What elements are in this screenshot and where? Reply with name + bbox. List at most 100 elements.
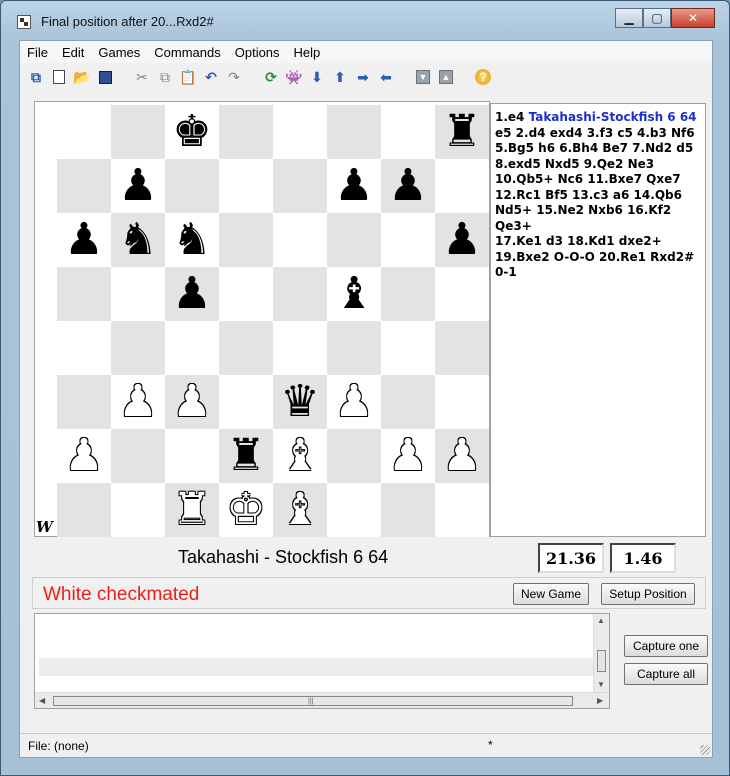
scroll-left-arrow-icon[interactable]: ◀ xyxy=(39,696,45,705)
square-e5[interactable] xyxy=(273,267,327,321)
black-knight-icon[interactable]: ♞ xyxy=(118,218,157,262)
horizontal-scrollbar[interactable]: ◀ ||| ▶ xyxy=(35,692,609,708)
menu-file[interactable]: File xyxy=(20,45,55,60)
help-icon[interactable]: ? xyxy=(473,67,493,87)
black-rook-icon[interactable]: ♜ xyxy=(226,434,265,478)
white-pawn-icon[interactable]: ♟ xyxy=(64,434,103,478)
square-a6[interactable]: ♟ xyxy=(57,213,111,267)
capture-one-button[interactable]: Capture one xyxy=(624,635,708,657)
square-d7[interactable] xyxy=(219,159,273,213)
minimize-button[interactable]: ▁ xyxy=(615,8,643,28)
black-bishop-icon[interactable]: ♝ xyxy=(334,272,373,316)
square-g8[interactable] xyxy=(381,105,435,159)
black-queen-icon[interactable]: ♛ xyxy=(280,380,319,424)
square-e6[interactable] xyxy=(273,213,327,267)
black-king-icon[interactable]: ♚ xyxy=(172,110,211,154)
square-d6[interactable] xyxy=(219,213,273,267)
square-a8[interactable] xyxy=(57,105,111,159)
square-h4[interactable] xyxy=(435,321,489,375)
square-h1[interactable] xyxy=(435,483,489,537)
square-b8[interactable] xyxy=(111,105,165,159)
square-f5[interactable]: ♝ xyxy=(327,267,381,321)
new-doc-icon[interactable] xyxy=(49,67,69,87)
black-rook-icon[interactable]: ♜ xyxy=(442,110,481,154)
square-d1[interactable]: ♚ xyxy=(219,483,273,537)
maximize-button[interactable]: ▢ xyxy=(643,8,671,28)
white-rook-icon[interactable]: ♜ xyxy=(172,488,211,532)
close-button[interactable]: ✕ xyxy=(671,8,715,28)
square-a2[interactable]: ♟ xyxy=(57,429,111,483)
white-pawn-icon[interactable]: ♟ xyxy=(334,380,373,424)
paste-icon[interactable]: 📋 xyxy=(178,67,198,87)
square-a1[interactable] xyxy=(57,483,111,537)
square-a3[interactable] xyxy=(57,375,111,429)
square-e2[interactable]: ♝ xyxy=(273,429,327,483)
square-g7[interactable]: ♟ xyxy=(381,159,435,213)
chess-board[interactable]: ♚ ♜ ♟ ♟ ♟ ♟ ♞ ♞ ♟ ♟ ♝ ♟ ♟ ♛ ♟ ♟ ♜ ♝ ♟ ♟ ♜ ♚ ♝ xyxy=(57,105,489,537)
square-e4[interactable] xyxy=(273,321,327,375)
vertical-scroll-thumb[interactable] xyxy=(597,650,606,672)
square-a7[interactable] xyxy=(57,159,111,213)
square-b7[interactable]: ♟ xyxy=(111,159,165,213)
square-b6[interactable]: ♞ xyxy=(111,213,165,267)
arrow-right-icon[interactable]: ➡ xyxy=(353,67,373,87)
white-pawn-icon[interactable]: ♟ xyxy=(388,434,427,478)
move-list[interactable]: 1.e4 Takahashi-Stockfish 6 64 e5 2.d4 ex… xyxy=(490,103,706,537)
square-e1[interactable]: ♝ xyxy=(273,483,327,537)
square-g6[interactable] xyxy=(381,213,435,267)
square-b5[interactable] xyxy=(111,267,165,321)
white-pawn-icon[interactable]: ♟ xyxy=(442,434,481,478)
engine-log[interactable]: ▲ ▼ ◀ ||| ▶ xyxy=(34,613,610,709)
square-c3[interactable]: ♟ xyxy=(165,375,219,429)
arrow-down-icon[interactable]: ⬇ xyxy=(307,67,327,87)
resize-grip[interactable] xyxy=(700,745,710,755)
white-king-icon[interactable]: ♚ xyxy=(226,488,265,532)
scroll-down-icon[interactable]: ▼ xyxy=(413,67,433,87)
square-b2[interactable] xyxy=(111,429,165,483)
square-h7[interactable] xyxy=(435,159,489,213)
menu-games[interactable]: Games xyxy=(91,45,147,60)
square-h8[interactable]: ♜ xyxy=(435,105,489,159)
scroll-down-arrow-icon[interactable]: ▼ xyxy=(597,680,605,689)
capture-all-button[interactable]: Capture all xyxy=(624,663,708,685)
white-pawn-icon[interactable]: ♟ xyxy=(118,380,157,424)
save-icon[interactable] xyxy=(95,67,115,87)
horizontal-scroll-thumb[interactable]: ||| xyxy=(53,696,573,706)
square-g4[interactable] xyxy=(381,321,435,375)
square-f6[interactable] xyxy=(327,213,381,267)
title-bar[interactable]: Final position after 20...Rxd2# ▁ ▢ ✕ xyxy=(1,1,729,35)
square-g5[interactable] xyxy=(381,267,435,321)
copy-game-icon[interactable]: ⧉ xyxy=(26,67,46,87)
setup-position-button[interactable]: Setup Position xyxy=(601,583,695,605)
scroll-up-arrow-icon[interactable]: ▲ xyxy=(597,616,605,625)
square-b4[interactable] xyxy=(111,321,165,375)
black-pawn-icon[interactable]: ♟ xyxy=(118,164,157,208)
white-pawn-icon[interactable]: ♟ xyxy=(172,380,211,424)
square-c4[interactable] xyxy=(165,321,219,375)
black-pawn-icon[interactable]: ♟ xyxy=(388,164,427,208)
redo-icon[interactable]: ↷ xyxy=(224,67,244,87)
menu-commands[interactable]: Commands xyxy=(147,45,227,60)
menu-options[interactable]: Options xyxy=(228,45,287,60)
square-d2[interactable]: ♜ xyxy=(219,429,273,483)
black-pawn-icon[interactable]: ♟ xyxy=(334,164,373,208)
square-d8[interactable] xyxy=(219,105,273,159)
square-e8[interactable] xyxy=(273,105,327,159)
square-g1[interactable] xyxy=(381,483,435,537)
open-icon[interactable]: 📂 xyxy=(72,67,92,87)
square-b1[interactable] xyxy=(111,483,165,537)
arrow-left-icon[interactable]: ⬅ xyxy=(376,67,396,87)
white-bishop-icon[interactable]: ♝ xyxy=(280,488,319,532)
square-a4[interactable] xyxy=(57,321,111,375)
vertical-scrollbar[interactable]: ▲ ▼ xyxy=(593,614,609,692)
black-pawn-icon[interactable]: ♟ xyxy=(172,272,211,316)
square-c2[interactable] xyxy=(165,429,219,483)
black-knight-icon[interactable]: ♞ xyxy=(172,218,211,262)
scroll-right-arrow-icon[interactable]: ▶ xyxy=(597,696,603,705)
engine-icon[interactable]: 👾 xyxy=(284,67,304,87)
square-e3[interactable]: ♛ xyxy=(273,375,327,429)
square-h5[interactable] xyxy=(435,267,489,321)
square-f2[interactable] xyxy=(327,429,381,483)
square-d5[interactable] xyxy=(219,267,273,321)
square-f1[interactable] xyxy=(327,483,381,537)
